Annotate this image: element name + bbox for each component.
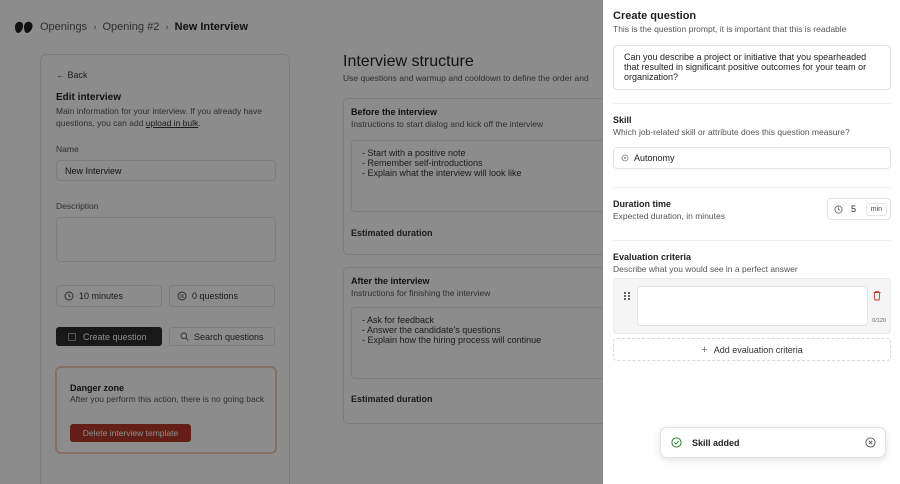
close-icon[interactable] (865, 437, 876, 448)
duration-label: Duration time (613, 199, 672, 209)
add-criteria-label: Add evaluation criteria (713, 344, 803, 355)
plus-icon: + (701, 343, 708, 356)
skill-help: Which job-related skill or attribute doe… (613, 127, 850, 137)
criteria-item: 0/120 (613, 278, 891, 334)
target-icon (621, 154, 629, 162)
create-question-drawer: Create question This is the question pro… (603, 0, 900, 484)
skill-value: Autonomy (634, 153, 675, 163)
criteria-input[interactable] (637, 286, 868, 326)
trash-icon[interactable] (872, 290, 882, 301)
clock-icon (834, 204, 843, 214)
drawer-title: Create question (613, 10, 697, 22)
duration-help: Expected duration, in minutes (613, 211, 725, 221)
criteria-help: Describe what you would see in a perfect… (613, 264, 798, 274)
duration-unit: min (865, 203, 887, 216)
toast-notification: Skill added (660, 427, 886, 458)
criteria-label: Evaluation criteria (613, 252, 692, 262)
divider (613, 187, 891, 188)
check-circle-icon (671, 437, 682, 448)
toast-message: Skill added (692, 437, 740, 448)
drag-handle-icon[interactable] (623, 291, 631, 301)
duration-value: 5 (851, 204, 857, 214)
drawer-subtitle: This is the question prompt, it is impor… (613, 24, 847, 34)
skill-label: Skill (613, 115, 632, 125)
divider (613, 103, 891, 104)
duration-input[interactable]: 5 min (827, 198, 891, 220)
skill-select[interactable]: Autonomy (613, 147, 891, 169)
divider (613, 240, 891, 241)
add-criteria-button[interactable]: + Add evaluation criteria (613, 338, 891, 361)
criteria-counter: 0/120 (872, 318, 886, 324)
question-prompt-field[interactable]: Can you describe a project or initiative… (613, 45, 891, 90)
